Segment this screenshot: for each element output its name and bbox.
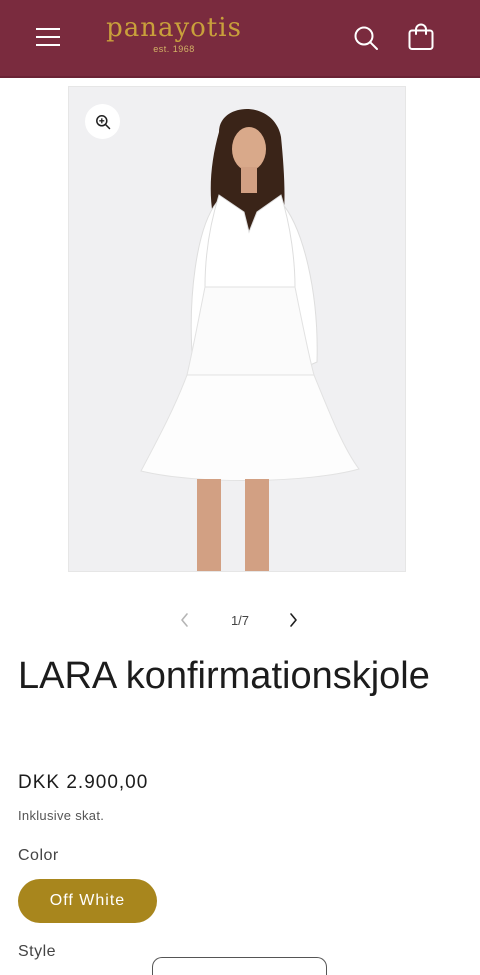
color-label: Color: [18, 847, 59, 864]
search-icon: [354, 26, 378, 50]
gallery-pager: 1/7: [0, 606, 480, 634]
previous-slide-button[interactable]: [178, 612, 192, 633]
slide-counter: 1/7: [230, 613, 250, 628]
next-slide-button[interactable]: [286, 612, 300, 633]
brand-logo[interactable]: panayotis est. 1968: [86, 13, 262, 54]
brand-tagline: est. 1968: [153, 44, 195, 54]
zoom-in-icon: [95, 114, 110, 129]
hamburger-icon: [36, 28, 60, 30]
product-image[interactable]: [68, 86, 406, 572]
cart-button[interactable]: [405, 22, 437, 54]
hamburger-icon-line: [36, 44, 60, 46]
search-button[interactable]: [350, 22, 382, 54]
product-title: LARA konfirmationskjole: [18, 655, 430, 697]
cart-icon: [408, 23, 434, 50]
hamburger-icon-line: [36, 36, 60, 38]
style-select[interactable]: [152, 957, 327, 975]
product-price: DKK 2.900,00: [18, 772, 149, 793]
color-option-off-white[interactable]: Off White: [18, 879, 157, 923]
brand-name: panayotis: [106, 13, 242, 43]
menu-button[interactable]: [36, 22, 62, 50]
style-label: Style: [18, 943, 57, 960]
product-photo: [69, 87, 405, 571]
zoom-button[interactable]: [85, 104, 120, 139]
chevron-right-icon: [290, 613, 297, 627]
color-option-label: Off White: [49, 892, 126, 909]
tax-note: Inklusive skat.: [18, 808, 105, 823]
site-header: panayotis est. 1968: [0, 0, 480, 78]
chevron-left-icon: [181, 613, 188, 627]
